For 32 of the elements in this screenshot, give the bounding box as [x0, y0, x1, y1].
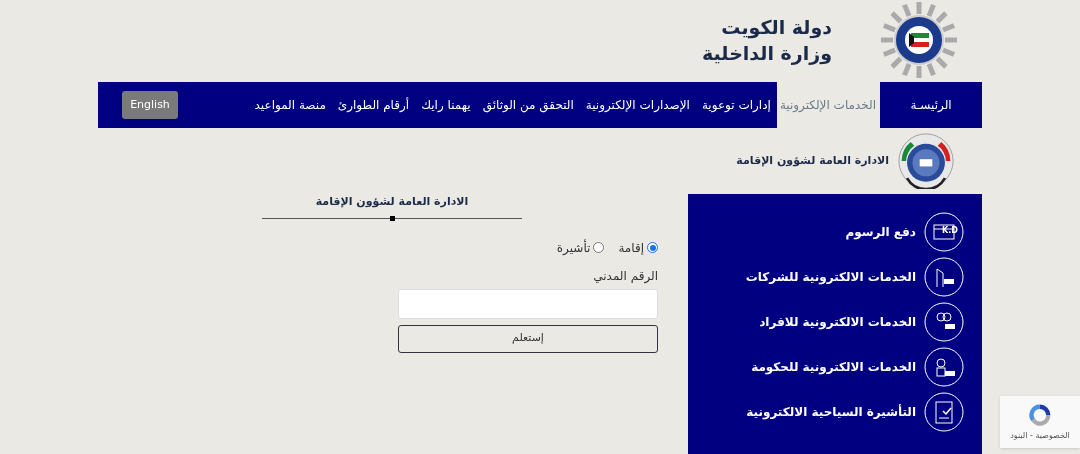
- radio-option[interactable]: إقامة: [618, 238, 658, 257]
- icon-text: K.D: [942, 227, 958, 235]
- service-icon: [924, 347, 964, 387]
- service-link[interactable]: التأشيرة السياحية الالكترونية: [688, 392, 964, 432]
- nav-link[interactable]: يهمنا رايك: [415, 82, 477, 128]
- recaptcha-icon: [1027, 402, 1053, 428]
- service-link[interactable]: الخدمات الالكترونية للافراد: [688, 302, 964, 342]
- service-link[interactable]: الخدمات الالكترونية للحكومة: [688, 347, 964, 387]
- recaptcha-links[interactable]: الخصوصية - البنود: [1010, 430, 1070, 442]
- service-icon: [924, 392, 964, 432]
- nav-link[interactable]: منصة المواعيد: [248, 82, 332, 128]
- service-icon: [924, 257, 964, 297]
- radio-button[interactable]: [647, 242, 658, 253]
- service-link[interactable]: الخدمات الالكترونية للشركات: [688, 257, 964, 297]
- service-icon: [924, 302, 964, 342]
- form-heading: الادارة العامة لشؤون الإقامة: [315, 194, 469, 210]
- country-title: دولة الكويت: [720, 15, 832, 40]
- civil-id-field[interactable]: [398, 288, 658, 319]
- nav-link[interactable]: أرقام الطوارئ: [331, 82, 416, 128]
- nav-link[interactable]: التحقق من الوثائق: [476, 82, 580, 128]
- nav-link[interactable]: الإصدارات الإلكترونية: [579, 82, 696, 128]
- department-title: الادارة العامة لشؤون الإقامة: [736, 152, 889, 169]
- nav-link[interactable]: إدارات توعوية: [695, 82, 777, 128]
- field-label: الرقم المدني: [592, 267, 658, 285]
- radio-option[interactable]: تأشيرة: [556, 238, 605, 257]
- radio-button[interactable]: [593, 242, 605, 253]
- nav-link[interactable]: الخدمات الإلكترونية: [776, 82, 879, 128]
- recaptcha-badge[interactable]: الخصوصية - البنود: [1000, 396, 1080, 448]
- department-logo: [895, 133, 957, 189]
- language-button[interactable]: English: [122, 91, 178, 119]
- inquire-button[interactable]: إستعلم: [398, 324, 658, 353]
- ministry-title: وزارة الداخلية: [702, 41, 832, 66]
